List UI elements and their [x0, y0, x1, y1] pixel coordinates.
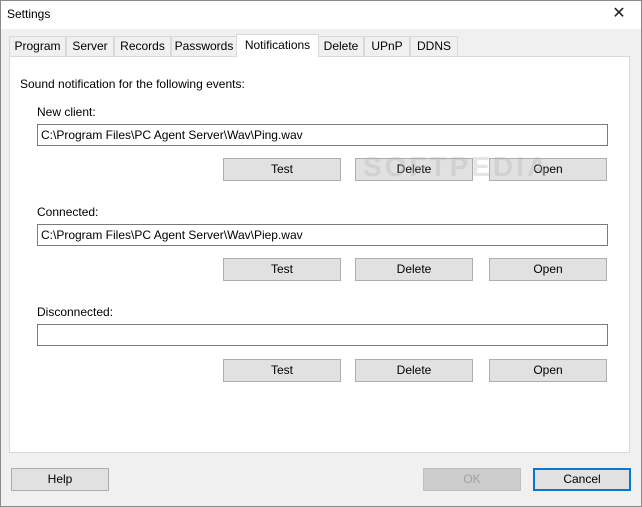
- new-client-test-button[interactable]: Test: [223, 158, 341, 181]
- intro-text: Sound notification for the following eve…: [20, 77, 245, 91]
- disconnected-open-button[interactable]: Open: [489, 359, 607, 382]
- new-client-delete-button[interactable]: Delete: [355, 158, 473, 181]
- settings-window: Settings ✕ Program Server Records Passwo…: [0, 0, 642, 507]
- tab-upnp[interactable]: UPnP: [364, 36, 410, 56]
- tab-ddns[interactable]: DDNS: [410, 36, 458, 56]
- new-client-path-field[interactable]: C:\Program Files\PC Agent Server\Wav\Pin…: [37, 124, 608, 146]
- close-icon[interactable]: ✕: [597, 1, 641, 29]
- disconnected-label: Disconnected:: [37, 305, 114, 319]
- notifications-panel: Sound notification for the following eve…: [9, 56, 630, 453]
- tab-server[interactable]: Server: [66, 36, 114, 56]
- connected-test-button[interactable]: Test: [223, 258, 341, 281]
- disconnected-test-button[interactable]: Test: [223, 359, 341, 382]
- tab-records[interactable]: Records: [114, 36, 171, 56]
- tab-program[interactable]: Program: [9, 36, 66, 56]
- title-bar[interactable]: Settings ✕: [1, 1, 641, 29]
- tab-strip: Program Server Records Passwords Notific…: [9, 34, 629, 57]
- ok-button[interactable]: OK: [423, 468, 521, 491]
- tab-notifications[interactable]: Notifications: [236, 34, 319, 57]
- tab-passwords[interactable]: Passwords: [171, 36, 237, 56]
- disconnected-path-field[interactable]: [37, 324, 608, 346]
- cancel-button[interactable]: Cancel: [533, 468, 631, 491]
- connected-open-button[interactable]: Open: [489, 258, 607, 281]
- help-button[interactable]: Help: [11, 468, 109, 491]
- disconnected-delete-button[interactable]: Delete: [355, 359, 473, 382]
- connected-label: Connected:: [37, 205, 99, 219]
- connected-delete-button[interactable]: Delete: [355, 258, 473, 281]
- tab-delete[interactable]: Delete: [318, 36, 364, 56]
- connected-path-field[interactable]: C:\Program Files\PC Agent Server\Wav\Pie…: [37, 224, 608, 246]
- new-client-label: New client:: [37, 105, 96, 119]
- new-client-open-button[interactable]: Open: [489, 158, 607, 181]
- window-title: Settings: [7, 7, 51, 21]
